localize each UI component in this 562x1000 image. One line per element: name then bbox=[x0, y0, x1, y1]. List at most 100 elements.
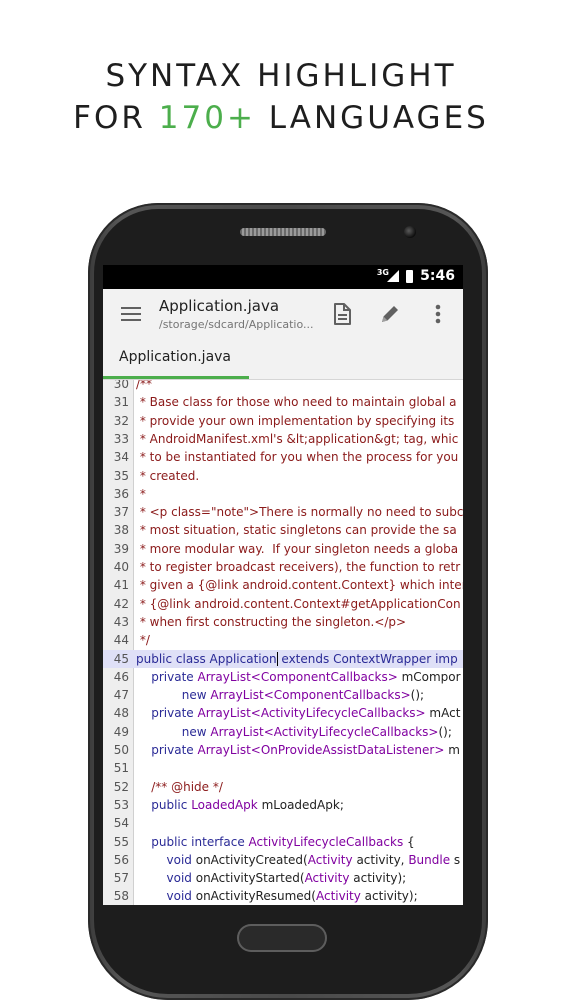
code-line[interactable]: 35 * created. bbox=[103, 467, 463, 485]
code-token: * {@link android.content.Context#getAppl… bbox=[136, 596, 461, 611]
app-toolbar: Application.java /storage/sdcard/Applica… bbox=[103, 289, 463, 339]
code-line[interactable]: 42 * {@link android.content.Context#getA… bbox=[103, 595, 463, 613]
line-number: 39 bbox=[113, 541, 129, 556]
line-number: 55 bbox=[113, 834, 129, 849]
code-line[interactable]: 34 * to be instantiated for you when the… bbox=[103, 448, 463, 466]
code-text: void onActivityCreated(Activity activity… bbox=[136, 851, 461, 869]
code-token: private bbox=[136, 669, 198, 684]
code-token: * to register broadcast receivers), the … bbox=[136, 560, 461, 574]
line-number: 35 bbox=[113, 468, 129, 483]
code-line[interactable]: 43 * when first constructing the singlet… bbox=[103, 613, 463, 631]
code-text: void onActivityResumed(Activity activity… bbox=[136, 887, 418, 905]
code-line[interactable]: 56 void onActivityCreated(Activity activ… bbox=[103, 851, 463, 869]
more-vert-icon[interactable] bbox=[425, 301, 451, 327]
tab-application-java[interactable]: Application.java bbox=[103, 339, 249, 379]
code-line[interactable]: 38 * most situation, static singletons c… bbox=[103, 521, 463, 539]
code-line[interactable]: 33 * AndroidManifest.xml's &lt;applicati… bbox=[103, 430, 463, 448]
code-line[interactable]: 48 private ArrayList<ActivityLifecycleCa… bbox=[103, 704, 463, 722]
line-number: 47 bbox=[113, 688, 129, 703]
code-token: (); bbox=[438, 724, 452, 739]
code-token: mLoadedApk; bbox=[257, 797, 344, 812]
code-token: void bbox=[136, 852, 196, 867]
line-number: 42 bbox=[113, 596, 129, 611]
line-number: 36 bbox=[113, 486, 129, 501]
code-line[interactable]: 32 * provide your own implementation by … bbox=[103, 412, 463, 430]
code-line[interactable]: 39 * more modular way. If your singleton… bbox=[103, 540, 463, 558]
code-token: public bbox=[136, 797, 192, 812]
hamburger-menu-icon[interactable] bbox=[121, 307, 141, 321]
code-line[interactable]: 57 void onActivityStarted(Activity activ… bbox=[103, 869, 463, 887]
code-line[interactable]: 44 */ bbox=[103, 631, 463, 649]
code-line[interactable]: 58 void onActivityResumed(Activity activ… bbox=[103, 887, 463, 905]
code-token: ArrayList<ComponentCallbacks> bbox=[210, 688, 411, 703]
code-token: ActivityLifecycleCallbacks bbox=[248, 834, 404, 849]
code-token: m bbox=[444, 743, 460, 757]
code-line[interactable]: 40 * to register broadcast receivers), t… bbox=[103, 558, 463, 576]
tab-label: Application.java bbox=[119, 349, 232, 365]
code-token: public class bbox=[136, 651, 210, 666]
battery-icon bbox=[406, 270, 413, 283]
line-number: 48 bbox=[113, 706, 129, 721]
code-line[interactable]: 30 /** bbox=[103, 380, 463, 393]
code-token: ArrayList<ComponentCallbacks> bbox=[197, 669, 398, 684]
code-text: * given a {@link android.content.Context… bbox=[136, 576, 463, 594]
code-token: * when first constructing the singleton.… bbox=[136, 614, 407, 629]
code-token: /** bbox=[136, 380, 153, 391]
code-line[interactable]: 52 /** @hide */ bbox=[103, 778, 463, 796]
code-text: * Base class for those who need to maint… bbox=[136, 393, 457, 411]
code-line[interactable]: 37 * <p class="note">There is normally n… bbox=[103, 503, 463, 521]
code-text: * when first constructing the singleton.… bbox=[136, 613, 406, 631]
code-token: LoadedApk bbox=[191, 797, 258, 812]
code-line[interactable]: 53 public LoadedApk mLoadedApk; bbox=[103, 796, 463, 814]
code-text: * provide your own implementation by spe… bbox=[136, 412, 454, 430]
code-line[interactable]: 51 bbox=[103, 759, 463, 777]
line-number: 33 bbox=[113, 431, 129, 446]
code-token: mAct bbox=[425, 706, 461, 721]
code-line[interactable]: 31 * Base class for those who need to ma… bbox=[103, 393, 463, 411]
line-number: 56 bbox=[113, 852, 129, 867]
code-text: public class Application extends Context… bbox=[136, 650, 458, 668]
code-line[interactable]: 36 * bbox=[103, 485, 463, 503]
code-token: Activity bbox=[304, 871, 350, 886]
code-token: (); bbox=[410, 688, 425, 703]
line-number: 52 bbox=[113, 779, 129, 794]
file-icon[interactable] bbox=[329, 301, 355, 327]
file-title: Application.java bbox=[159, 297, 280, 315]
code-text: */ bbox=[136, 631, 150, 649]
code-token: ArrayList<ActivityLifecycleCallbacks> bbox=[210, 724, 439, 739]
code-token: extends bbox=[277, 651, 334, 666]
code-token: ArrayList<OnProvideAssistDataListener> bbox=[197, 743, 445, 757]
code-line[interactable]: 49 new ArrayList<ActivityLifecycleCallba… bbox=[103, 723, 463, 741]
code-text: private ArrayList<ComponentCallbacks> mC… bbox=[136, 668, 460, 686]
home-button[interactable] bbox=[237, 924, 327, 952]
code-text: /** bbox=[136, 380, 152, 393]
code-line[interactable]: 55 public interface ActivityLifecycleCal… bbox=[103, 833, 463, 851]
code-token: activity); bbox=[349, 871, 407, 886]
signal-icon bbox=[387, 270, 399, 282]
code-line[interactable]: 54 bbox=[103, 814, 463, 832]
code-token: Application bbox=[209, 651, 277, 666]
code-editor[interactable]: 30 /** 31 * Base class for those who need … bbox=[103, 380, 463, 905]
code-line[interactable]: 50 private ArrayList<OnProvideAssistData… bbox=[103, 741, 463, 759]
code-line[interactable]: 46 private ArrayList<ComponentCallbacks>… bbox=[103, 668, 463, 686]
code-text: public LoadedApk mLoadedApk; bbox=[136, 796, 344, 814]
code-line[interactable]: 41 * given a {@link android.content.Cont… bbox=[103, 576, 463, 594]
code-token: { bbox=[403, 834, 415, 849]
code-text: * more modular way. If your singleton ne… bbox=[136, 540, 458, 558]
code-text: * bbox=[136, 485, 146, 503]
code-token: Bundle bbox=[408, 852, 451, 867]
headline-accent: 170+ bbox=[158, 100, 256, 136]
line-number: 37 bbox=[113, 505, 129, 520]
code-text: private ArrayList<ActivityLifecycleCallb… bbox=[136, 704, 460, 722]
pencil-icon[interactable] bbox=[377, 301, 403, 327]
code-text: new ArrayList<ActivityLifecycleCallbacks… bbox=[136, 723, 452, 741]
code-line[interactable]: 47 new ArrayList<ComponentCallbacks>(); bbox=[103, 686, 463, 704]
status-time: 5:46 bbox=[420, 268, 455, 284]
code-token: * more modular way. If your singleton ne… bbox=[136, 541, 459, 556]
tab-bar: Application.java bbox=[103, 339, 463, 380]
code-text: /** @hide */ bbox=[136, 778, 223, 796]
code-token: onActivityResumed( bbox=[195, 889, 316, 904]
code-line[interactable]: 45 public class Application extends Conte… bbox=[103, 649, 463, 668]
line-number: 30 bbox=[113, 380, 129, 391]
line-number: 40 bbox=[113, 560, 129, 574]
